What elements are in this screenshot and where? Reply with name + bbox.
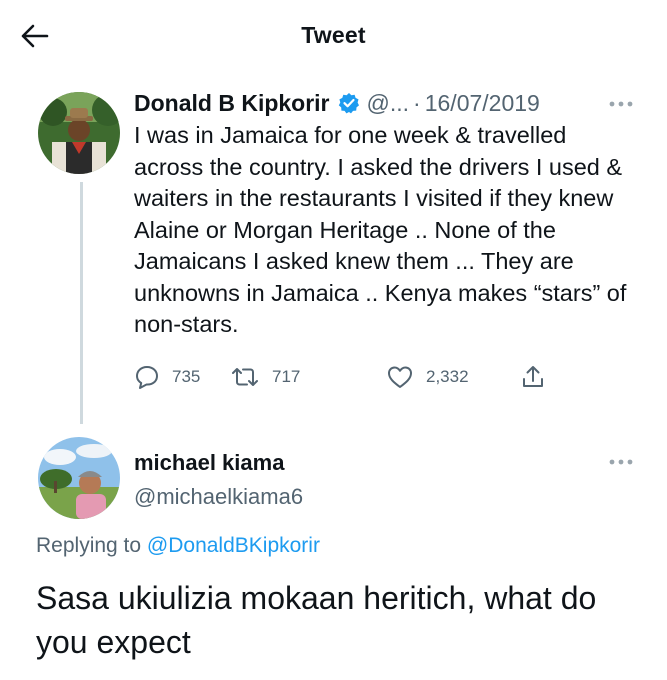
replying-to-mention[interactable]: @DonaldBKipkorir [147, 534, 320, 557]
share-button[interactable] [520, 364, 558, 390]
page-title: Tweet [301, 22, 366, 48]
verified-badge-icon [338, 92, 360, 114]
tweet-actions: 735 717 2,332 [134, 364, 564, 394]
like-button[interactable]: 2,332 [386, 364, 469, 390]
top-bar: Tweet [0, 0, 667, 72]
avatar[interactable] [38, 437, 120, 519]
reply-count: 735 [172, 367, 201, 386]
more-dots-icon [609, 459, 633, 465]
heart-icon [388, 366, 412, 388]
reply-author: michael kiama @michaelkiama6 [134, 448, 574, 512]
more-options-button[interactable] [605, 452, 637, 472]
avatar[interactable] [38, 92, 120, 174]
profile-photo [38, 437, 120, 519]
replying-to-label: Replying to [36, 534, 142, 557]
reply-text: Sasa ukiulizia mokaan heritich, what do … [36, 580, 597, 660]
separator-dot: · [413, 90, 421, 116]
reply-button[interactable]: 735 [134, 364, 200, 390]
tweet-date[interactable]: 16/07/2019 [425, 88, 540, 118]
reply-author-name[interactable]: michael kiama [134, 448, 574, 478]
replying-to-line: Replying to @DonaldBKipkorir [36, 534, 320, 558]
share-icon [523, 366, 543, 387]
profile-photo [38, 92, 120, 174]
thread-connector-line [80, 182, 83, 424]
reply-icon [136, 366, 158, 389]
retweet-button[interactable]: 717 [230, 364, 300, 390]
like-count: 2,332 [426, 367, 469, 386]
retweet-count: 717 [272, 367, 301, 386]
original-tweet: Donald B Kipkorir @... · 16/07/2019 I wa… [134, 88, 654, 341]
author-handle[interactable]: @... [367, 88, 410, 118]
reply-author-handle[interactable]: @michaelkiama6 [134, 482, 574, 512]
tweet-author-row: Donald B Kipkorir @... · 16/07/2019 [134, 88, 654, 118]
author-name[interactable]: Donald B Kipkorir [134, 88, 330, 118]
retweet-icon [232, 368, 258, 386]
tweet-text: I was in Jamaica for one week & travelle… [134, 122, 627, 337]
